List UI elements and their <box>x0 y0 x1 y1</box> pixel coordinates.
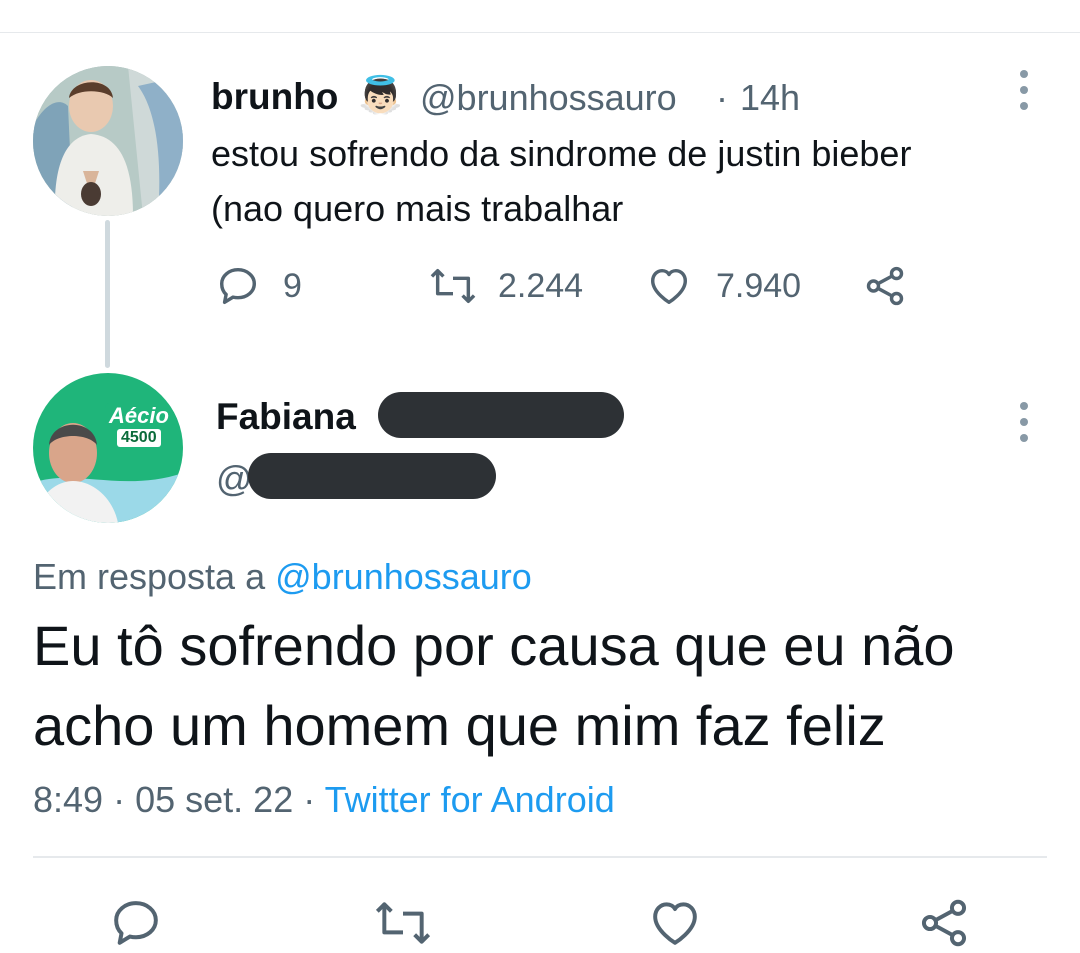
like-icon[interactable] <box>646 263 692 309</box>
author-name[interactable]: brunho <box>211 76 338 118</box>
reply-icon[interactable] <box>108 895 164 951</box>
reply-to-link[interactable]: @brunhossauro <box>275 556 532 597</box>
reply-text-line2: acho um homem que mim faz feliz <box>33 694 886 757</box>
reply-author-name[interactable]: Fabiana <box>216 396 356 438</box>
reply-handle-prefix[interactable]: @ <box>216 458 253 500</box>
tweet-timestamp: 8:49 <box>33 779 104 820</box>
like-count: 7.940 <box>716 267 802 305</box>
retweet-count: 2.244 <box>498 267 584 305</box>
reply-text-line1: Eu tô sofrendo por causa que eu não <box>33 614 955 677</box>
reply-context: Em resposta a @brunhossauro <box>33 556 532 598</box>
reply-icon[interactable] <box>215 263 261 309</box>
share-icon[interactable] <box>862 263 908 309</box>
tweet-source-link[interactable]: Twitter for Android <box>325 779 615 820</box>
thread-connector <box>105 220 110 368</box>
redacted-handle <box>248 453 496 499</box>
like-icon[interactable] <box>647 895 703 951</box>
retweet-icon[interactable] <box>372 895 434 951</box>
meta-separator: · <box>716 77 728 118</box>
tweet-time[interactable]: 14h <box>740 77 800 119</box>
tweet-text-line2: (nao quero mais trabalhar <box>211 188 624 229</box>
avatar-sign-name: Aécio <box>109 403 169 428</box>
avatar-brunho[interactable] <box>33 66 183 216</box>
top-divider <box>0 32 1080 33</box>
tweet-date: 05 set. 22 <box>135 779 294 820</box>
avatar-sign-number: 4500 <box>117 429 161 447</box>
timestamp-separator: · <box>113 779 126 820</box>
avatar-fabiana[interactable]: Aécio 4500 <box>33 373 183 523</box>
angel-emoji-icon: 👼🏻 <box>358 74 403 115</box>
redacted-surname <box>378 392 624 438</box>
more-icon[interactable] <box>1020 402 1028 442</box>
tweet-text-line1: estou sofrendo da sindrome de justin bie… <box>211 133 912 174</box>
action-bar-divider <box>33 856 1047 858</box>
more-icon[interactable] <box>1020 70 1028 110</box>
retweet-icon[interactable] <box>428 263 478 309</box>
author-handle[interactable]: @brunhossauro <box>420 77 677 119</box>
share-icon[interactable] <box>916 895 972 951</box>
source-separator: · <box>303 779 316 820</box>
tweet-timestamp-row: 8:49 · 05 set. 22 · Twitter for Android <box>33 779 615 821</box>
reply-prefix: Em resposta a <box>33 556 266 597</box>
reply-count: 9 <box>283 267 302 305</box>
